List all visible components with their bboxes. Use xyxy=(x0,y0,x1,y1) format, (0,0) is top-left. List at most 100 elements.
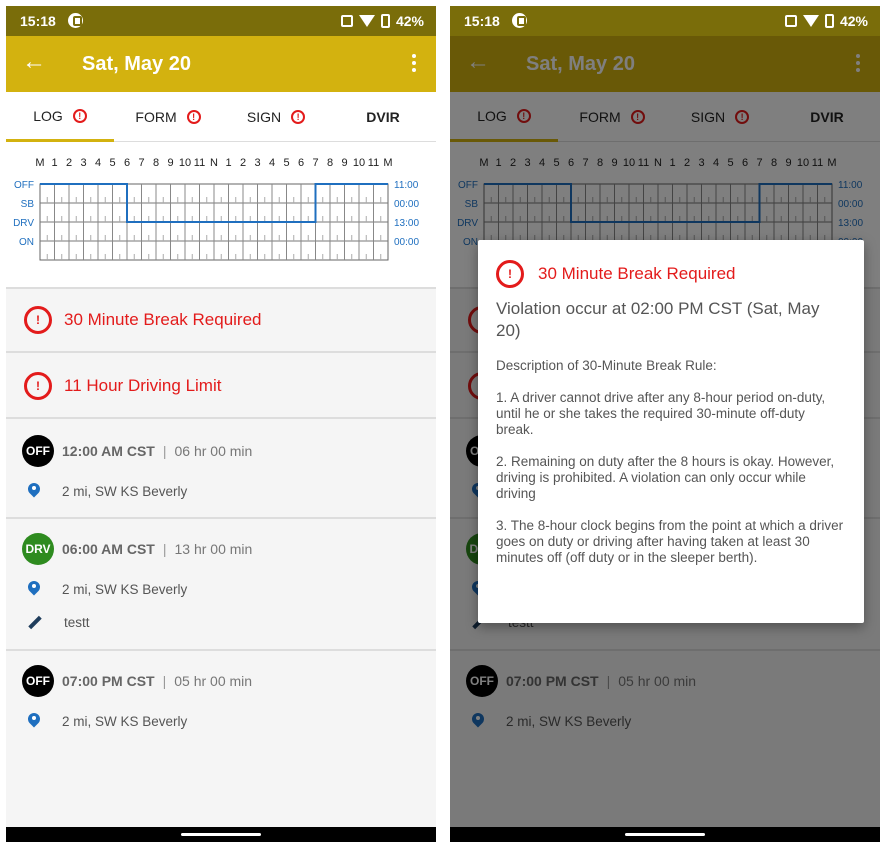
status-badge-off: OFF xyxy=(22,435,54,467)
entry-location: 2 mi, SW KS Beverly xyxy=(62,483,188,499)
tab-log[interactable]: LOG ! xyxy=(6,92,114,142)
hour-label: 9 xyxy=(341,157,347,169)
hour-label: 8 xyxy=(327,157,333,169)
hour-label: M xyxy=(35,157,44,169)
home-handle[interactable] xyxy=(625,833,705,836)
entry-time: 06:00 AM CST xyxy=(62,541,155,557)
entry-location: 2 mi, SW KS Beverly xyxy=(62,713,188,729)
location-pin-icon xyxy=(28,483,40,499)
parking-notification-icon xyxy=(512,13,527,28)
alert-icon: ! xyxy=(24,306,52,334)
tab-dvir-label: DVIR xyxy=(366,109,400,125)
tab-dvir[interactable]: DVIR xyxy=(330,92,436,142)
status-bar: 15:18 42% xyxy=(6,6,436,36)
status-time: 15:18 xyxy=(464,13,500,29)
tab-log-label: LOG xyxy=(33,107,63,124)
location-pin-icon xyxy=(28,581,40,597)
hour-label: 4 xyxy=(269,157,275,169)
status-badge-off: OFF xyxy=(22,665,54,697)
parking-notification-icon xyxy=(68,13,83,28)
log-entry-off-1[interactable]: OFF 12:00 AM CST | 06 hr 00 min 2 mi, SW … xyxy=(6,421,436,519)
entry-duration: 06 hr 00 min xyxy=(174,443,253,459)
dialog-subtitle: Violation occur at 02:00 PM CST (Sat, Ma… xyxy=(496,299,820,340)
status-time: 15:18 xyxy=(20,13,56,29)
dialog-body: Description of 30-Minute Break Rule: 1. … xyxy=(496,358,846,582)
dialog-title: 30 Minute Break Required xyxy=(538,264,736,283)
hour-label: 2 xyxy=(66,157,72,169)
log-entry-drv[interactable]: DRV 06:00 AM CST | 13 hr 00 min 2 mi, SW … xyxy=(6,519,436,651)
tab-sign[interactable]: SIGN ! xyxy=(222,92,330,142)
hour-label: 4 xyxy=(95,157,101,169)
wifi-icon xyxy=(802,15,819,27)
violation-30-minute-break[interactable]: ! 30 Minute Break Required xyxy=(6,289,436,353)
row-total: 00:00 xyxy=(394,199,419,210)
alert-icon: ! xyxy=(72,108,87,123)
log-entry-off-2[interactable]: OFF 07:00 PM CST | 05 hr 00 min 2 mi, SW … xyxy=(6,651,436,749)
pencil-icon xyxy=(28,616,42,630)
status-badge-drv: DRV xyxy=(22,533,54,565)
tab-sign-label: SIGN xyxy=(246,109,282,125)
tab-form-label: FORM xyxy=(135,109,177,125)
hour-label: 11 xyxy=(368,157,379,169)
system-nav-bar xyxy=(450,827,880,842)
overflow-menu-icon[interactable] xyxy=(412,54,416,75)
violation-label: 30 Minute Break Required xyxy=(64,310,262,329)
hour-label: 7 xyxy=(312,157,318,169)
hour-label: 1 xyxy=(51,157,57,169)
system-nav-bar xyxy=(6,827,436,842)
violation-11-hour-driving[interactable]: ! 11 Hour Driving Limit xyxy=(6,355,436,419)
hour-label: 11 xyxy=(194,157,205,169)
page-title: Sat, May 20 xyxy=(82,53,191,75)
tab-bar: LOG ! FORM ! SIGN ! DVIR xyxy=(6,92,436,142)
battery-percent: 42% xyxy=(839,13,868,29)
dialog-paragraph: 3. The 8-hour clock begins from the poin… xyxy=(496,518,844,565)
alert-icon: ! xyxy=(291,110,306,124)
battery-icon xyxy=(824,14,834,28)
hour-label: 5 xyxy=(109,157,115,169)
hour-label: 10 xyxy=(179,157,191,169)
violation-dialog: ! 30 Minute Break Required Violation occ… xyxy=(478,240,864,623)
entry-time: 07:00 PM CST xyxy=(62,673,155,689)
alert-icon: ! xyxy=(24,372,52,400)
hour-label: 10 xyxy=(353,157,365,169)
separator: | xyxy=(162,673,167,689)
violation-label: 11 Hour Driving Limit xyxy=(64,376,222,395)
entry-location: 2 mi, SW KS Beverly xyxy=(62,581,188,597)
location-pin-icon xyxy=(28,713,40,729)
alert-icon: ! xyxy=(186,110,201,124)
alert-icon: ! xyxy=(496,260,524,288)
entry-duration: 13 hr 00 min xyxy=(174,541,253,557)
hour-label: 8 xyxy=(153,157,159,169)
back-arrow-icon[interactable]: ← xyxy=(22,50,46,74)
hour-label: 9 xyxy=(167,157,173,169)
hour-label: 5 xyxy=(283,157,289,169)
dialog-paragraph: Description of 30-Minute Break Rule: xyxy=(496,358,717,373)
separator: | xyxy=(162,541,167,557)
vibrate-icon xyxy=(340,15,353,27)
hour-label: N xyxy=(210,157,218,169)
row-total: 00:00 xyxy=(394,237,419,248)
row-label: OFF xyxy=(14,180,34,191)
entry-time: 12:00 AM CST xyxy=(62,443,155,459)
hour-label: 3 xyxy=(254,157,260,169)
phone-screen-dialog: 15:18 42% ← Sat, May 20 LOG ! FORM ! SIG… xyxy=(450,6,880,842)
row-total: 13:00 xyxy=(394,218,419,229)
battery-percent: 42% xyxy=(395,13,424,29)
tab-form[interactable]: FORM ! xyxy=(114,92,222,142)
hour-label: 6 xyxy=(124,157,130,169)
app-bar: ← Sat, May 20 xyxy=(6,36,436,92)
hour-label: 2 xyxy=(240,157,246,169)
entry-note: testt xyxy=(64,615,90,630)
dialog-paragraph: 1. A driver cannot drive after any 8-hou… xyxy=(496,390,826,437)
log-graph[interactable]: M1234567891011N1234567891011MOFF11:00SB0… xyxy=(6,142,436,289)
battery-icon xyxy=(380,14,390,28)
row-label: ON xyxy=(19,237,34,248)
vibrate-icon xyxy=(784,15,797,27)
hour-label: 3 xyxy=(80,157,86,169)
entry-duration: 05 hr 00 min xyxy=(174,673,253,689)
status-bar: 15:18 42% xyxy=(450,6,880,36)
dialog-paragraph: 2. Remaining on duty after the 8 hours i… xyxy=(496,454,835,501)
row-label: DRV xyxy=(13,218,34,229)
row-label: SB xyxy=(21,199,35,210)
home-handle[interactable] xyxy=(181,833,261,836)
